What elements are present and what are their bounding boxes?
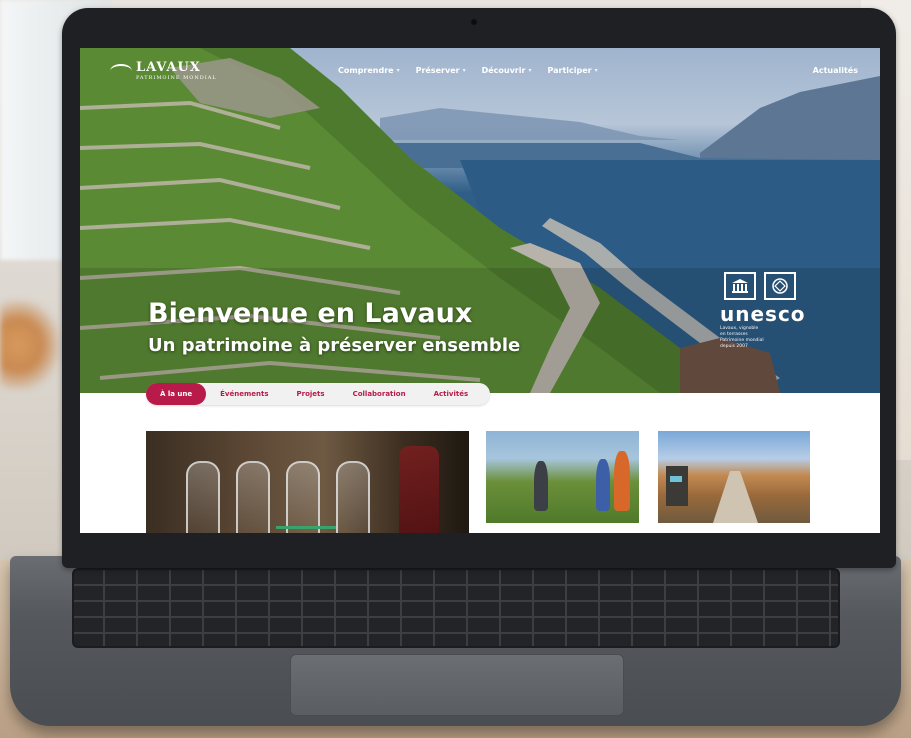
unesco-temple-icon <box>724 272 756 300</box>
laptop-lid: LAVAUX PATRIMOINE MONDIAL Comprendre ▾ P… <box>62 8 896 568</box>
unesco-wordmark: unesco <box>720 302 806 326</box>
tab-a-la-une[interactable]: À la une <box>146 383 207 405</box>
hero-banner: LAVAUX PATRIMOINE MONDIAL Comprendre ▾ P… <box>80 48 880 393</box>
nav-item-decouvrir[interactable]: Découvrir ▾ <box>482 66 532 75</box>
hero-title: Bienvenue en Lavaux <box>148 298 473 329</box>
news-card-vineyard-workers[interactable] <box>486 431 639 523</box>
tab-activites[interactable]: Activités <box>420 383 483 405</box>
nav-item-label: Préserver <box>415 66 460 75</box>
chevron-down-icon: ▾ <box>528 67 532 74</box>
laptop-trackpad[interactable] <box>290 654 624 716</box>
nav-item-participer[interactable]: Participer ▾ <box>547 66 597 75</box>
content-tabs: À la une Événements Projets Collaboratio… <box>146 383 491 405</box>
camera-icon <box>470 18 478 26</box>
laptop-screen: LAVAUX PATRIMOINE MONDIAL Comprendre ▾ P… <box>80 48 880 533</box>
logo-text: LAVAUX <box>136 60 201 75</box>
wine-glass-image <box>236 461 270 533</box>
wine-bottle-image <box>399 446 439 533</box>
hero-subtitle: Un patrimoine à préserver ensemble <box>148 335 521 356</box>
news-card-terrace-path[interactable] <box>658 431 810 523</box>
chevron-down-icon: ▾ <box>396 67 400 74</box>
laptop-keyboard <box>72 568 840 648</box>
logo-mark-icon <box>110 63 132 78</box>
nav-item-label: Comprendre <box>338 66 394 75</box>
unesco-badge: unesco Lavaux, vignoble en terrasses Pat… <box>720 272 816 350</box>
tab-evenements[interactable]: Événements <box>206 383 282 405</box>
nav-item-comprendre[interactable]: Comprendre ▾ <box>338 66 400 75</box>
unesco-caption-4: depuis 2007 <box>720 344 748 349</box>
person-image <box>614 451 630 511</box>
nav-item-label: Participer <box>547 66 592 75</box>
top-navigation: LAVAUX PATRIMOINE MONDIAL Comprendre ▾ P… <box>80 48 880 88</box>
nav-menu: Comprendre ▾ Préserver ▾ Découvrir ▾ Par… <box>338 66 598 75</box>
nav-item-actualites[interactable]: Actualités <box>813 66 858 75</box>
chevron-down-icon: ▾ <box>594 67 598 74</box>
news-card-wine-tasting[interactable] <box>146 431 469 533</box>
terrace-path-image <box>666 466 758 523</box>
site-logo[interactable]: LAVAUX PATRIMOINE MONDIAL <box>110 60 217 81</box>
wine-glass-image <box>286 461 320 533</box>
wine-glass-image <box>186 461 220 533</box>
person-image <box>534 461 548 511</box>
laptop-base <box>10 556 901 726</box>
nav-item-label: Découvrir <box>481 66 526 75</box>
tab-projets[interactable]: Projets <box>283 383 339 405</box>
person-image <box>596 459 610 511</box>
card-progress-indicator <box>276 526 336 529</box>
nav-item-preserver[interactable]: Préserver ▾ <box>416 66 466 75</box>
wine-glass-image <box>336 461 370 533</box>
tab-collaboration[interactable]: Collaboration <box>339 383 420 405</box>
background-object <box>0 300 60 390</box>
world-heritage-emblem-icon <box>764 272 796 300</box>
chevron-down-icon: ▾ <box>462 67 466 74</box>
logo-subtext: PATRIMOINE MONDIAL <box>136 75 217 81</box>
